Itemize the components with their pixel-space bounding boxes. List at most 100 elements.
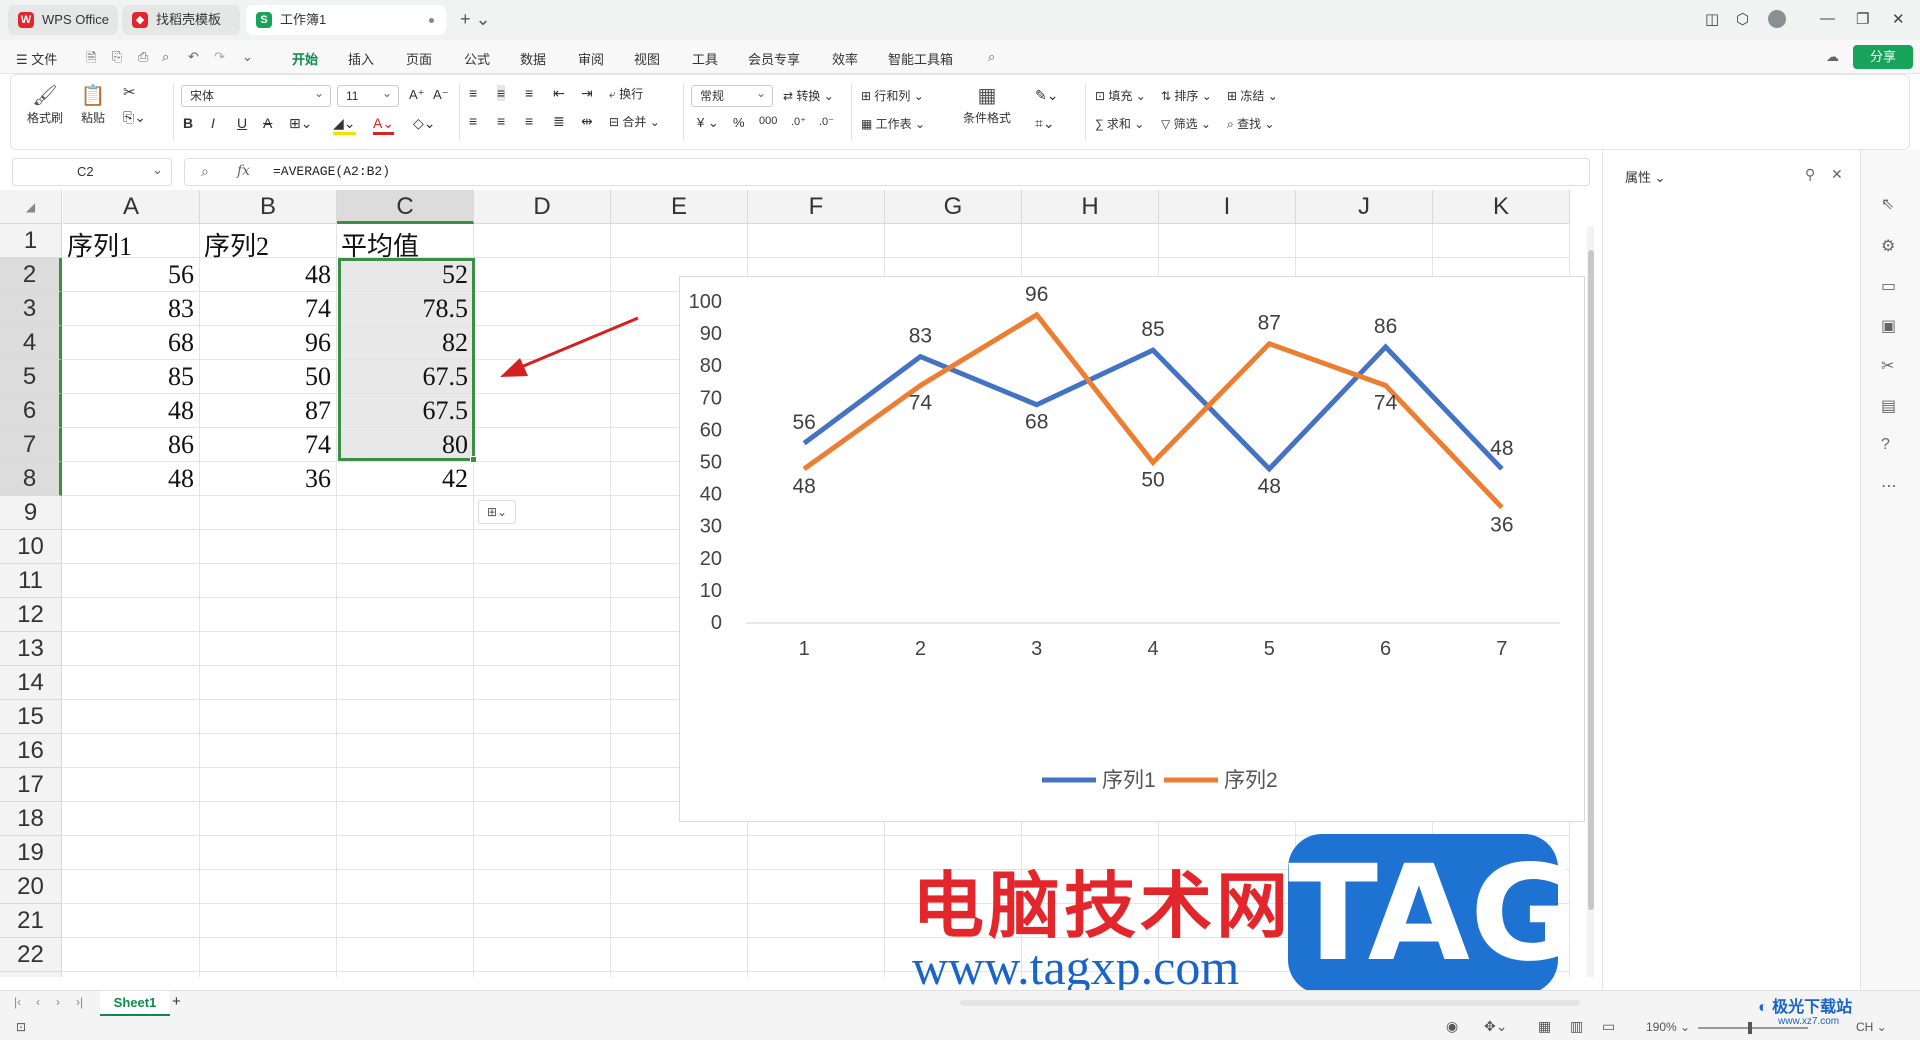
last-sheet-icon[interactable]: ›| <box>76 995 83 1009</box>
filter-button[interactable]: ▽ 筛选 ⌄ <box>1161 115 1211 132</box>
format-painter-button[interactable]: 🖌 格式刷 <box>25 83 65 126</box>
border-icon[interactable]: ⊞⌄ <box>289 115 312 132</box>
sum-button[interactable]: ∑ 求和 ⌄ <box>1095 115 1144 132</box>
row-header-1[interactable]: 1 <box>0 224 62 258</box>
column-header-b[interactable]: B <box>200 190 337 224</box>
file-menu[interactable]: ☰ 文件 <box>16 49 57 68</box>
header-cell[interactable]: 序列2 <box>204 226 269 263</box>
help-icon[interactable]: ? <box>1881 436 1890 454</box>
row-header-21[interactable]: 21 <box>0 904 62 938</box>
zoom-level[interactable]: 190% ⌄ <box>1646 1020 1690 1034</box>
macro-icon[interactable]: ⊡ <box>16 1020 26 1034</box>
thousands-icon[interactable]: 000 <box>759 115 777 127</box>
column-header-i[interactable]: I <box>1159 190 1296 224</box>
data-cell[interactable]: 87 <box>200 396 331 426</box>
font-name-select[interactable]: 宋体 <box>181 83 331 107</box>
data-cell[interactable]: 83 <box>63 294 194 324</box>
undo-icon[interactable]: ↶ <box>188 49 199 65</box>
data-cell[interactable]: 48 <box>63 464 194 494</box>
header-cell[interactable]: 序列1 <box>67 226 132 263</box>
settings-sliders-icon[interactable]: ⚙ <box>1881 236 1895 256</box>
data-cell[interactable]: 74 <box>200 294 331 324</box>
fill-color-icon[interactable]: ◢⌄ <box>333 115 356 135</box>
align-right-icon[interactable]: ≡ <box>525 113 533 129</box>
more-icon[interactable]: ⋯ <box>1881 476 1897 496</box>
select-pointer-icon[interactable]: ⇖ <box>1881 194 1894 214</box>
align-bottom-icon[interactable]: ≡ <box>525 85 533 101</box>
column-header-c[interactable]: C <box>337 190 474 224</box>
convert-button[interactable]: ⇄ 转换 ⌄ <box>783 87 834 104</box>
data-cell[interactable]: 36 <box>200 464 331 494</box>
more-chevron-icon[interactable]: ⌄ <box>242 49 253 65</box>
page-break-view-icon[interactable]: ▭ <box>1602 1018 1615 1035</box>
row-header-17[interactable]: 17 <box>0 768 62 802</box>
close-pane-icon[interactable]: ✕ <box>1831 166 1843 183</box>
pin-icon[interactable]: ⚲ <box>1805 166 1815 183</box>
row-header-12[interactable]: 12 <box>0 598 62 632</box>
cut-icon[interactable]: ✂ <box>123 83 136 101</box>
zoom-slider[interactable] <box>1698 1027 1808 1029</box>
font-size-select[interactable]: 11 <box>337 83 399 107</box>
data-cell[interactable]: 56 <box>63 260 194 290</box>
column-header-k[interactable]: K <box>1433 190 1570 224</box>
add-sheet-button[interactable]: + <box>172 993 181 1010</box>
row-header-20[interactable]: 20 <box>0 870 62 904</box>
cell-style-icon[interactable]: ✎⌄ <box>1035 87 1058 104</box>
zoom-formula-icon[interactable]: ⌕ <box>201 163 209 180</box>
export-icon[interactable]: ⎘ <box>112 49 122 65</box>
next-sheet-icon[interactable]: › <box>56 995 60 1009</box>
decrease-font-icon[interactable]: A⁻ <box>433 87 449 103</box>
column-header-h[interactable]: H <box>1022 190 1159 224</box>
row-header-23[interactable]: 23 <box>0 972 62 977</box>
comment-icon[interactable]: ▭ <box>1881 276 1896 296</box>
row-col-button[interactable]: ⊞ 行和列 ⌄ <box>861 87 924 104</box>
avatar[interactable] <box>1768 10 1786 28</box>
cloud-icon[interactable]: ☁ <box>1826 49 1839 65</box>
properties-title[interactable]: 属性 ⌄ <box>1625 167 1666 186</box>
select-all-corner[interactable]: ◢ <box>0 190 62 224</box>
menu-tab-start[interactable]: 开始 <box>292 49 319 76</box>
number-format-select[interactable]: 常规 <box>691 83 773 107</box>
cube-icon[interactable]: ⬡ <box>1736 10 1749 28</box>
menu-tab-formula[interactable]: 公式 <box>464 49 490 68</box>
preview-icon[interactable]: ⌕ <box>162 49 169 65</box>
column-header-e[interactable]: E <box>611 190 748 224</box>
share-button[interactable]: 分享 <box>1853 45 1913 69</box>
wrap-button[interactable]: ⤶ 换行 <box>609 85 643 102</box>
formula-input[interactable]: =AVERAGE(A2:B2) <box>273 164 390 179</box>
column-header-g[interactable]: G <box>885 190 1022 224</box>
indent-increase-icon[interactable]: ⇥ <box>581 85 593 102</box>
sheet-tab-sheet1[interactable]: Sheet1 <box>100 991 170 1016</box>
redo-icon[interactable]: ↷ <box>214 49 225 65</box>
menu-tab-review[interactable]: 审阅 <box>578 49 604 68</box>
currency-icon[interactable]: ¥ ⌄ <box>697 115 719 131</box>
prev-sheet-icon[interactable]: ‹ <box>36 995 40 1009</box>
menu-tab-view[interactable]: 视图 <box>634 49 660 68</box>
row-header-19[interactable]: 19 <box>0 836 62 870</box>
fx-icon[interactable]: fx <box>237 163 250 179</box>
sort-button[interactable]: ⇅ 排序 ⌄ <box>1161 87 1212 104</box>
row-header-14[interactable]: 14 <box>0 666 62 700</box>
zoom-slider-knob[interactable] <box>1748 1022 1752 1034</box>
focus-mode-icon[interactable]: ✥⌄ <box>1484 1018 1507 1035</box>
line-chart[interactable]: 0 10 20 30 40 50 60 70 80 90 100 1 2 3 4 5 6 7 56 83 68 85 48 8… <box>679 276 1585 822</box>
increase-decimal-icon[interactable]: .0⁺ <box>791 115 806 128</box>
new-tab-button[interactable]: + ⌄ <box>460 9 491 30</box>
font-color-icon[interactable]: A⌄ <box>373 115 395 135</box>
data-cell[interactable]: 74 <box>200 430 331 460</box>
row-header-13[interactable]: 13 <box>0 632 62 666</box>
indent-decrease-icon[interactable]: ⇤ <box>553 85 565 102</box>
horizontal-scrollbar[interactable] <box>960 1000 1580 1006</box>
data-cell[interactable]: 50 <box>200 362 331 392</box>
menu-tab-insert[interactable]: 插入 <box>348 49 374 68</box>
first-sheet-icon[interactable]: |‹ <box>14 995 21 1009</box>
worksheet-button[interactable]: ▦ 工作表 ⌄ <box>861 115 925 132</box>
data-cell[interactable]: 42 <box>337 464 468 494</box>
minimize-icon[interactable]: — <box>1820 10 1835 27</box>
data-cell[interactable]: 86 <box>63 430 194 460</box>
fill-button[interactable]: ⊡ 填充 ⌄ <box>1095 87 1146 104</box>
search-icon[interactable]: ⌕ <box>988 49 995 65</box>
conditional-format-button[interactable]: ▦ 条件格式 <box>955 83 1019 126</box>
decrease-decimal-icon[interactable]: .0⁻ <box>819 115 834 128</box>
vertical-scroll-thumb[interactable] <box>1588 250 1594 910</box>
